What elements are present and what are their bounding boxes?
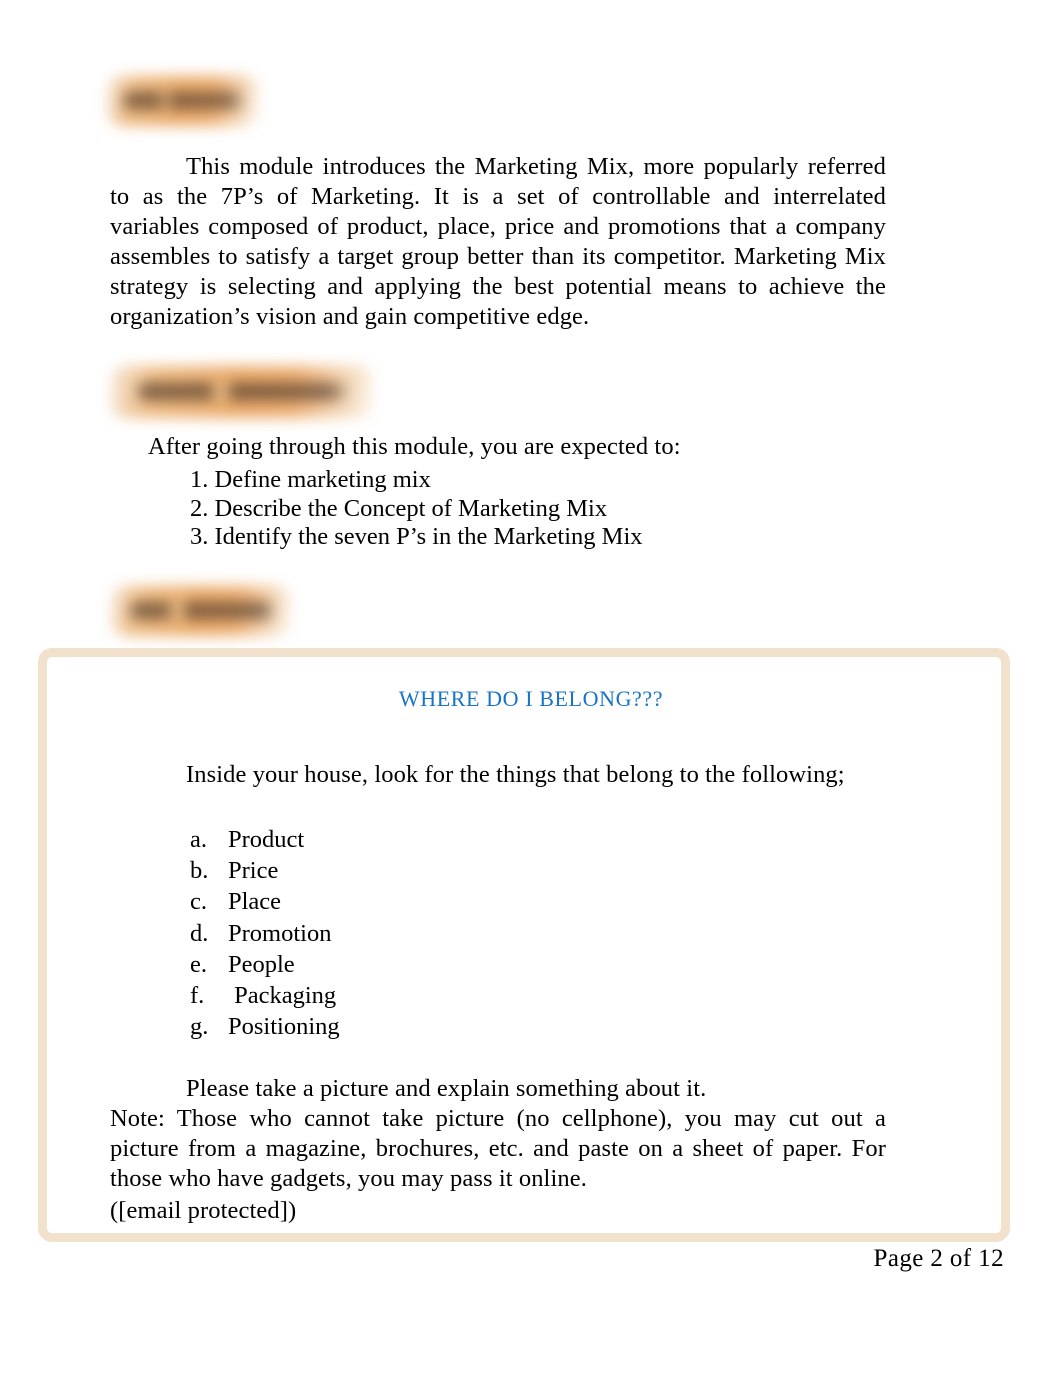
list-item: 1. Define marketing mix xyxy=(190,466,431,493)
list-item: f. Packaging xyxy=(190,980,790,1011)
activity-instruction-text: Please take a picture and explain someth… xyxy=(186,1075,707,1102)
list-item: e. People xyxy=(190,949,790,980)
list-item-marker: d. xyxy=(190,919,209,947)
list-item-label: People xyxy=(228,950,295,978)
list-item-marker: g. xyxy=(190,1013,209,1041)
list-item-marker: a. xyxy=(190,826,207,853)
banner-redacted-text xyxy=(123,92,246,109)
list-item-label: Place xyxy=(228,888,282,916)
activity-title: WHERE DO I BELONG??? xyxy=(398,686,664,711)
document-page: This module introduces the Marketing Mix… xyxy=(0,0,1062,1392)
section-heading-banner-targets xyxy=(112,366,372,418)
section-heading-banner-overview xyxy=(108,76,258,126)
list-item: a. Product xyxy=(190,824,790,855)
activity-item-list: a. Product b. Price c. Place d. Promotion e.… xyxy=(190,824,790,1042)
list-item-marker: b. xyxy=(190,857,209,885)
list-item: 3. Identify the seven P’s in the Marketi… xyxy=(190,523,643,551)
list-item-label: Positioning xyxy=(228,1013,340,1041)
banner-redacted-text xyxy=(129,602,276,619)
list-item: b. Price xyxy=(190,855,790,886)
list-item-label: Product xyxy=(228,826,305,853)
banner-redacted-text xyxy=(138,382,352,401)
activity-intro-text: Inside your house, look for the things t… xyxy=(186,761,845,788)
list-item-label: Promotion xyxy=(228,919,332,947)
list-item-marker: f. xyxy=(190,982,205,1010)
list-item: c. Place xyxy=(190,886,790,917)
list-item: g. Positioning xyxy=(190,1011,790,1042)
list-item: 2. Describe the Concept of Marketing Mix xyxy=(190,494,608,522)
objectives-lead-text: After going through this module, you are… xyxy=(148,433,681,460)
page-number-footer: Page 2 of 12 xyxy=(873,1245,1004,1272)
list-item-label: Price xyxy=(228,857,279,885)
objectives-list: 1. Define marketing mix 2. Describe the … xyxy=(190,466,890,552)
list-item-label: Packaging xyxy=(228,982,337,1010)
section-heading-banner-try-this xyxy=(112,586,290,636)
list-item: d. Promotion xyxy=(190,918,790,949)
activity-note-text: Note: Those who cannot take picture (no … xyxy=(110,1105,886,1192)
overview-paragraph: This module introduces the Marketing Mix… xyxy=(110,153,886,330)
activity-email-text: ([email protected]) xyxy=(110,1197,297,1224)
list-item-marker: e. xyxy=(190,950,207,978)
list-item-marker: c. xyxy=(190,888,207,916)
